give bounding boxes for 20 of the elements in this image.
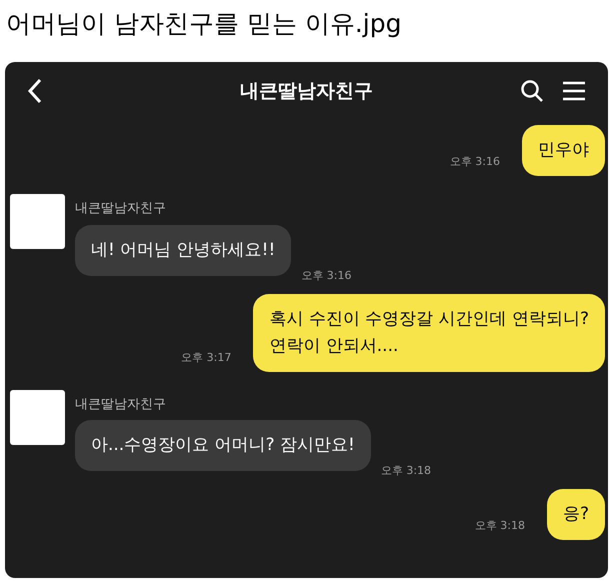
message-time: 오후 3:16	[301, 268, 352, 282]
message-time: 오후 3:17	[181, 350, 232, 364]
message-text: 아...수영장이요 어머니? 잠시만요!	[91, 434, 355, 457]
sender-name: 내큰딸남자친구	[75, 396, 167, 414]
message-text: 응?	[562, 503, 589, 526]
chat-title: 내큰딸남자친구	[239, 78, 374, 104]
message-time: 오후 3:18	[380, 464, 432, 477]
search-icon[interactable]	[520, 79, 544, 103]
back-icon[interactable]	[27, 78, 43, 104]
message-text: 민우야	[538, 139, 589, 162]
menu-icon[interactable]	[562, 80, 586, 102]
avatar	[10, 390, 65, 444]
message-text: 네! 어머님 안녕하세요!!	[91, 238, 276, 262]
message-time: 오후 3:18	[474, 519, 525, 532]
sender-name: 내큰딸남자친구	[75, 200, 167, 218]
post-title: 어머님이 남자친구를 믿는 이유.jpg	[5, 8, 402, 40]
message-time: 오후 3:16	[450, 155, 500, 168]
message-text: 연락이 안되서....	[269, 334, 400, 358]
avatar	[10, 194, 65, 249]
message-text: 혹시 수진이 수영장갈 시간인데 연락되니?	[269, 308, 589, 330]
